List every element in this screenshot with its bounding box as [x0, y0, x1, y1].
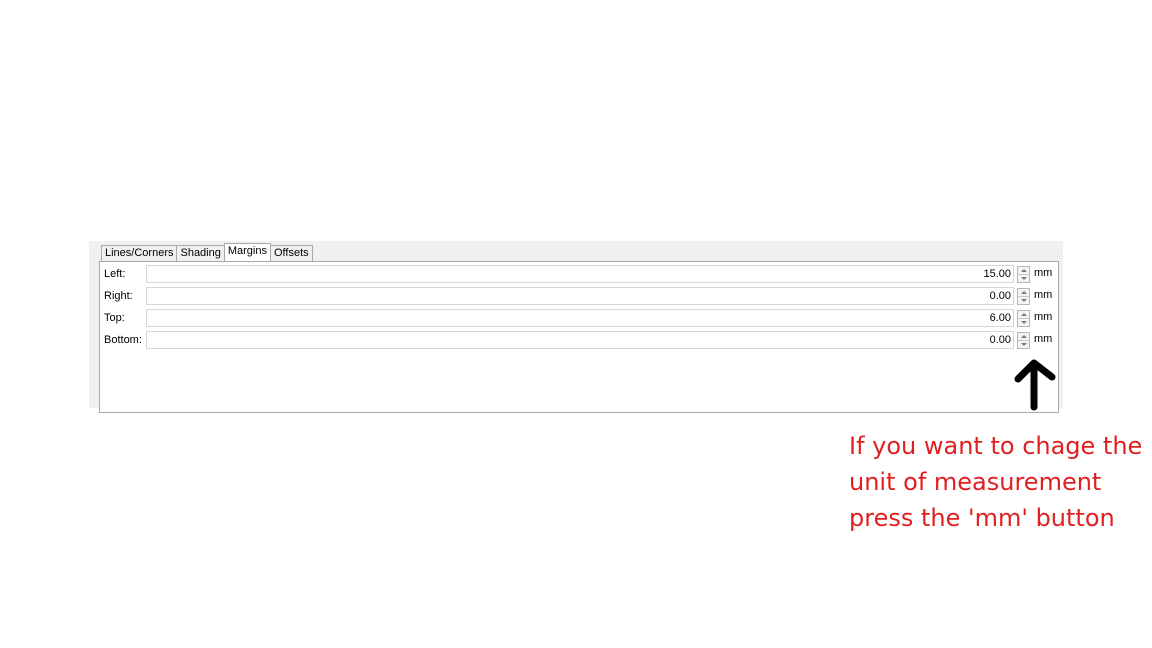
- bottom-margin-input[interactable]: 0.00: [146, 331, 1014, 349]
- tab-offsets[interactable]: Offsets: [269, 245, 313, 261]
- tab-shading[interactable]: Shading: [176, 245, 225, 261]
- tab-lines-corners[interactable]: Lines/Corners: [101, 245, 178, 261]
- spin-down-icon[interactable]: [1018, 319, 1029, 326]
- bottom-spinner[interactable]: [1017, 332, 1030, 349]
- bottom-unit-button[interactable]: mm: [1034, 333, 1052, 345]
- margin-row-bottom: Bottom: 0.00 mm: [100, 331, 1058, 351]
- top-spinner[interactable]: [1017, 310, 1030, 327]
- right-unit-button[interactable]: mm: [1034, 289, 1052, 301]
- top-unit-button[interactable]: mm: [1034, 311, 1052, 323]
- spin-up-icon[interactable]: [1018, 333, 1029, 341]
- annotation-line-3: press the 'mm' button: [849, 504, 1115, 532]
- spin-down-icon[interactable]: [1018, 341, 1029, 348]
- spin-up-icon[interactable]: [1018, 267, 1029, 275]
- tab-strip: Lines/Corners Shading Margins Offsets: [101, 243, 313, 261]
- left-unit-button[interactable]: mm: [1034, 267, 1052, 279]
- spin-up-icon[interactable]: [1018, 311, 1029, 319]
- margins-panel: Lines/Corners Shading Margins Offsets Le…: [89, 241, 1063, 413]
- spin-down-icon[interactable]: [1018, 275, 1029, 282]
- left-spinner[interactable]: [1017, 266, 1030, 283]
- margin-row-top: Top: 6.00 mm: [100, 309, 1058, 329]
- top-label: Top:: [104, 312, 125, 324]
- tab-body: Left: 15.00 mm Right: 0.00 mm Top: 6.00: [99, 261, 1059, 413]
- bottom-label: Bottom:: [104, 334, 142, 346]
- tab-margins[interactable]: Margins: [223, 243, 271, 261]
- left-label: Left:: [104, 268, 126, 280]
- left-margin-input[interactable]: 15.00: [146, 265, 1014, 283]
- margin-row-left: Left: 15.00 mm: [100, 265, 1058, 285]
- annotation-line-1: If you want to chage the: [849, 432, 1143, 460]
- arrow-up-icon: [1014, 359, 1056, 411]
- top-margin-input[interactable]: 6.00: [146, 309, 1014, 327]
- margin-row-right: Right: 0.00 mm: [100, 287, 1058, 307]
- spin-up-icon[interactable]: [1018, 289, 1029, 297]
- annotation-note: If you want to chage the unit of measure…: [849, 428, 1149, 536]
- annotation-line-2: unit of measurement: [849, 468, 1102, 496]
- spin-down-icon[interactable]: [1018, 297, 1029, 304]
- right-margin-input[interactable]: 0.00: [146, 287, 1014, 305]
- right-spinner[interactable]: [1017, 288, 1030, 305]
- right-label: Right:: [104, 290, 133, 302]
